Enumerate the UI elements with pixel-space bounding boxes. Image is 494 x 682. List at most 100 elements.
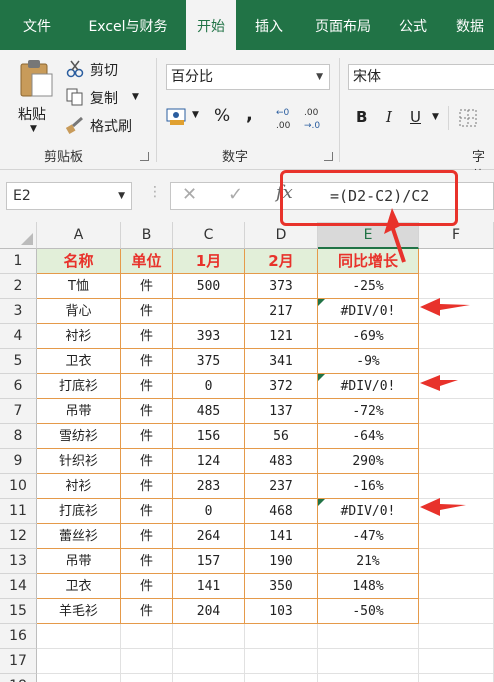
cell-b4[interactable]: 件 — [121, 324, 173, 349]
cell-f15[interactable] — [419, 599, 494, 624]
underline-button[interactable]: U — [410, 108, 421, 126]
clipboard-dialog-launcher-icon[interactable] — [140, 152, 149, 161]
row-header[interactable]: 17 — [0, 649, 37, 674]
cell-c6[interactable]: 0 — [173, 374, 245, 399]
cell-a4[interactable]: 衬衫 — [37, 324, 121, 349]
cell-a8[interactable]: 雪纺衫 — [37, 424, 121, 449]
cell-a12[interactable]: 蕾丝衫 — [37, 524, 121, 549]
row-header[interactable]: 8 — [0, 424, 37, 449]
row-header[interactable]: 14 — [0, 574, 37, 599]
cell-f1[interactable] — [419, 249, 494, 274]
cell-f7[interactable] — [419, 399, 494, 424]
cell-d17[interactable] — [245, 649, 318, 674]
row-header[interactable]: 1 — [0, 249, 37, 274]
copy-button[interactable]: 复制 ▼ — [64, 86, 154, 110]
cell-c5[interactable]: 375 — [173, 349, 245, 374]
row-header[interactable]: 15 — [0, 599, 37, 624]
row-header[interactable]: 2 — [0, 274, 37, 299]
cell-c17[interactable] — [173, 649, 245, 674]
format-painter-button[interactable]: 格式刷 — [64, 114, 154, 138]
cell-e7[interactable]: -72% — [318, 399, 419, 424]
cell-b12[interactable]: 件 — [121, 524, 173, 549]
cell-a18[interactable] — [37, 674, 121, 682]
cell-c9[interactable]: 124 — [173, 449, 245, 474]
cell-e8[interactable]: -64% — [318, 424, 419, 449]
cell-f8[interactable] — [419, 424, 494, 449]
cell-e4[interactable]: -69% — [318, 324, 419, 349]
cell-e6[interactable]: #DIV/0! — [318, 374, 419, 399]
decrease-decimal-button[interactable]: .00 →.0 — [302, 104, 326, 132]
cell-d9[interactable]: 483 — [245, 449, 318, 474]
cell-c1[interactable]: 1月 — [173, 249, 245, 274]
column-header-f[interactable]: F — [419, 222, 494, 249]
cell-e14[interactable]: 148% — [318, 574, 419, 599]
row-header[interactable]: 5 — [0, 349, 37, 374]
cell-a14[interactable]: 卫衣 — [37, 574, 121, 599]
row-header[interactable]: 12 — [0, 524, 37, 549]
row-header[interactable]: 18 — [0, 674, 37, 682]
error-indicator-icon[interactable] — [318, 374, 325, 381]
cell-c3[interactable] — [173, 299, 245, 324]
cell-c8[interactable]: 156 — [173, 424, 245, 449]
cell-b18[interactable] — [121, 674, 173, 682]
cell-f4[interactable] — [419, 324, 494, 349]
tab-excel-finance[interactable]: Excel与财务 — [78, 0, 178, 50]
cell-d7[interactable]: 137 — [245, 399, 318, 424]
cell-e10[interactable]: -16% — [318, 474, 419, 499]
enter-icon[interactable]: ✓ — [228, 184, 243, 205]
cell-f5[interactable] — [419, 349, 494, 374]
bold-button[interactable]: B — [356, 108, 367, 126]
cell-b14[interactable]: 件 — [121, 574, 173, 599]
cell-c14[interactable]: 141 — [173, 574, 245, 599]
cell-b8[interactable]: 件 — [121, 424, 173, 449]
cell-b13[interactable]: 件 — [121, 549, 173, 574]
cancel-icon[interactable]: ✕ — [182, 184, 197, 205]
column-header-c[interactable]: C — [173, 222, 245, 249]
cell-c12[interactable]: 264 — [173, 524, 245, 549]
cell-f11[interactable] — [419, 499, 494, 524]
cell-b10[interactable]: 件 — [121, 474, 173, 499]
column-header-e[interactable]: E — [318, 222, 419, 249]
borders-button[interactable] — [458, 108, 478, 128]
name-box[interactable]: E2 ▼ — [6, 182, 132, 210]
comma-style-button[interactable]: , — [246, 104, 253, 125]
cell-c13[interactable]: 157 — [173, 549, 245, 574]
cell-b15[interactable]: 件 — [121, 599, 173, 624]
font-name-select[interactable]: 宋体 — [348, 64, 494, 90]
cell-b7[interactable]: 件 — [121, 399, 173, 424]
italic-button[interactable]: I — [386, 108, 392, 126]
cell-d4[interactable]: 121 — [245, 324, 318, 349]
cell-e1[interactable]: 同比增长 — [318, 249, 419, 274]
cell-d18[interactable] — [245, 674, 318, 682]
cell-b1[interactable]: 单位 — [121, 249, 173, 274]
cell-e16[interactable] — [318, 624, 419, 649]
cell-a15[interactable]: 羊毛衫 — [37, 599, 121, 624]
cell-d15[interactable]: 103 — [245, 599, 318, 624]
cell-f16[interactable] — [419, 624, 494, 649]
cell-a7[interactable]: 吊带 — [37, 399, 121, 424]
cell-a16[interactable] — [37, 624, 121, 649]
row-header[interactable]: 9 — [0, 449, 37, 474]
cell-f12[interactable] — [419, 524, 494, 549]
column-header-d[interactable]: D — [245, 222, 318, 249]
cell-f2[interactable] — [419, 274, 494, 299]
cell-a6[interactable]: 打底衫 — [37, 374, 121, 399]
cell-b9[interactable]: 件 — [121, 449, 173, 474]
cell-e11[interactable]: #DIV/0! — [318, 499, 419, 524]
tab-home[interactable]: 开始 — [186, 0, 236, 50]
cell-e17[interactable] — [318, 649, 419, 674]
tab-page-layout[interactable]: 页面布局 — [304, 0, 382, 50]
cell-a2[interactable]: T恤 — [37, 274, 121, 299]
cell-d6[interactable]: 372 — [245, 374, 318, 399]
cell-b3[interactable]: 件 — [121, 299, 173, 324]
row-header[interactable]: 11 — [0, 499, 37, 524]
cell-a9[interactable]: 针织衫 — [37, 449, 121, 474]
cell-e18[interactable] — [318, 674, 419, 682]
cell-a3[interactable]: 背心 — [37, 299, 121, 324]
cell-f17[interactable] — [419, 649, 494, 674]
cell-a11[interactable]: 打底衫 — [37, 499, 121, 524]
row-header[interactable]: 10 — [0, 474, 37, 499]
tab-formulas[interactable]: 公式 — [392, 0, 434, 50]
percent-style-button[interactable]: % — [214, 106, 230, 126]
cell-d2[interactable]: 373 — [245, 274, 318, 299]
